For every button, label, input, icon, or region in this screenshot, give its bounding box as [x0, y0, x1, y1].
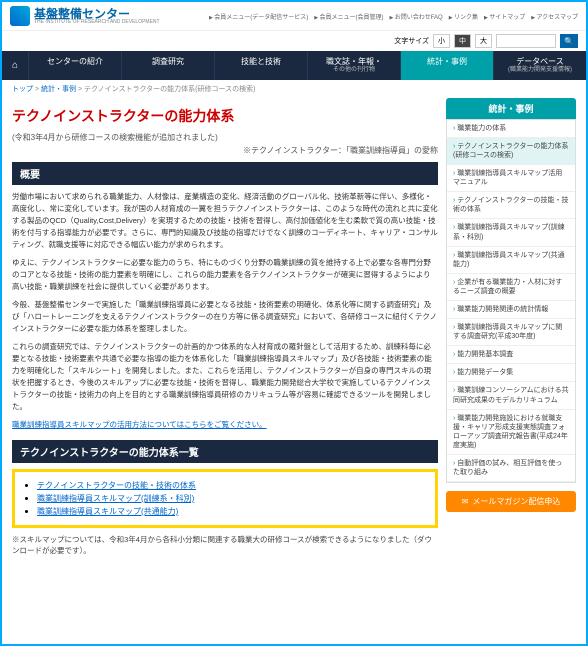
sidebar-item[interactable]: テクノインストラクターの技能・技術の体系 — [447, 192, 575, 219]
crumb-current: テクノインストラクターの能力体系(研修コースの検索) — [84, 86, 255, 93]
sidebar-item[interactable]: 職業訓練指導員スキルマップ(共通能力) — [447, 247, 575, 274]
skillmap-usage-link[interactable]: 職業訓練指導員スキルマップの活用方法についてはこちらをご覧ください。 — [12, 419, 438, 430]
sidebar-item[interactable]: 企業が有る職業能力・人材に対するニーズ調査の概要 — [447, 274, 575, 301]
nav-research[interactable]: 調査研究 — [121, 51, 214, 80]
mail-icon: ✉ — [462, 497, 469, 506]
sidebar-item[interactable]: 能力開発データ集 — [447, 364, 575, 382]
sidebar-item[interactable]: 職業能力の体系 — [447, 120, 575, 138]
main-nav: ⌂ センターの紹介 調査研究 技能と技術 職文誌・年報・その他の刊行物 統計・事… — [2, 51, 586, 80]
sidebar-header: 統計・事例 — [446, 98, 576, 119]
overview-header: 概要 — [12, 162, 438, 185]
site-logo[interactable]: 基盤整備センター THE INSTITUTE OF RESEARCH AND D… — [10, 6, 160, 26]
overview-p2: ゆえに、テクノインストラクターに必要な能力のうち、特にものづくり分野の職業訓練の… — [12, 257, 438, 293]
crumb-stats[interactable]: 統計・事例 — [41, 86, 76, 93]
nav-intro[interactable]: センターの紹介 — [28, 51, 121, 80]
font-size-medium[interactable]: 中 — [454, 34, 471, 48]
nav-statistics[interactable]: 統計・事例 — [400, 51, 493, 80]
top-link[interactable]: 会員メニュー(データ配信サービス) — [209, 12, 308, 21]
font-size-label: 文字サイズ — [394, 36, 429, 46]
overview-p4: これらの調査研究では、テクノインストラクターの計画的かつ体系的な人材育成の羅針盤… — [12, 341, 438, 413]
nav-publications[interactable]: 職文誌・年報・その他の刊行物 — [307, 51, 400, 80]
sidebar-item[interactable]: 能力開発基本調査 — [447, 346, 575, 364]
nav-skills[interactable]: 技能と技術 — [214, 51, 307, 80]
sidebar-item[interactable]: テクノインストラクターの能力体系(研修コースの検索) — [447, 138, 575, 165]
overview-p1: 労働市場において求められる職業能力、人材像は、産業構造の変化、経済活動のグローバ… — [12, 191, 438, 251]
logo-title: 基盤整備センター — [34, 8, 160, 20]
highlighted-list-box: テクノインストラクターの技能・技術の体系 職業訓練指導員スキルマップ(訓練系・科… — [12, 469, 438, 528]
page-note: ※テクノインストラクター：「職業訓練指導員」の愛称 — [12, 145, 438, 156]
home-icon[interactable]: ⌂ — [2, 51, 28, 80]
top-link[interactable]: アクセスマップ — [531, 12, 578, 21]
breadcrumb: トップ > 統計・事例 > テクノインストラクターの能力体系(研修コースの検索) — [2, 80, 586, 98]
top-link[interactable]: お問い合わせFAQ — [389, 12, 442, 21]
top-link[interactable]: サイトマップ — [484, 12, 525, 21]
logo-mark-icon — [10, 6, 30, 26]
list-link-1[interactable]: テクノインストラクターの技能・技術の体系 — [37, 481, 196, 490]
sidebar-list: 職業能力の体系 テクノインストラクターの能力体系(研修コースの検索) 職業訓練指… — [446, 119, 576, 483]
top-link[interactable]: 会員メニュー(会員管理) — [314, 12, 383, 21]
search-button[interactable]: 🔍 — [560, 34, 578, 48]
sidebar-item[interactable]: 職業訓練指導員スキルマップに関する調査研究(平成30年度) — [447, 319, 575, 346]
top-link[interactable]: リンク集 — [449, 12, 478, 21]
logo-subtitle: THE INSTITUTE OF RESEARCH AND DEVELOPMEN… — [34, 20, 160, 25]
sidebar-item[interactable]: 自動評価の試み、相互評価を使った取り組み — [447, 455, 575, 482]
overview-p3: 今般、基盤整備センターで実施した「職業訓練指導員に必要となる技能・技術要素の明確… — [12, 299, 438, 335]
page-subtitle: (令和3年4月から研修コースの検索機能が追加されました) — [12, 132, 438, 143]
page-title: テクノインストラクターの能力体系 — [12, 106, 438, 126]
sidebar-item[interactable]: 職業訓練指導員スキルマップ(訓練系・科別) — [447, 219, 575, 246]
list-header: テクノインストラクターの能力体系一覧 — [12, 440, 438, 463]
crumb-top[interactable]: トップ — [12, 86, 33, 93]
foot-note: ※スキルマップについては、令和3年4月から各科小分類に関連する職業大の研修コース… — [12, 534, 438, 557]
list-link-3[interactable]: 職業訓練指導員スキルマップ(共通能力) — [37, 507, 178, 516]
search-input[interactable] — [496, 34, 556, 48]
mail-magazine-button[interactable]: ✉ メールマガジン配信申込 — [446, 491, 576, 512]
sidebar-item[interactable]: 職業訓練指導員スキルマップ活用マニュアル — [447, 165, 575, 192]
font-size-small[interactable]: 小 — [433, 34, 450, 48]
font-size-large[interactable]: 大 — [475, 34, 492, 48]
nav-database[interactable]: データベース(職業能力開発支援情報) — [493, 51, 586, 80]
sidebar-item[interactable]: 職業能力開発関連の統計情報 — [447, 301, 575, 319]
list-link-2[interactable]: 職業訓練指導員スキルマップ(訓練系・科別) — [37, 494, 194, 503]
sidebar-item[interactable]: 職業能力開発施設における就職支援・キャリア形成支援実態調査フォローアップ調査研究… — [447, 410, 575, 455]
sidebar-item[interactable]: 職業訓練コンソーシアムにおける共同研究成果のモデルカリキュラム — [447, 382, 575, 409]
top-utility-links: 会員メニュー(データ配信サービス) 会員メニュー(会員管理) お問い合わせFAQ… — [209, 12, 578, 21]
